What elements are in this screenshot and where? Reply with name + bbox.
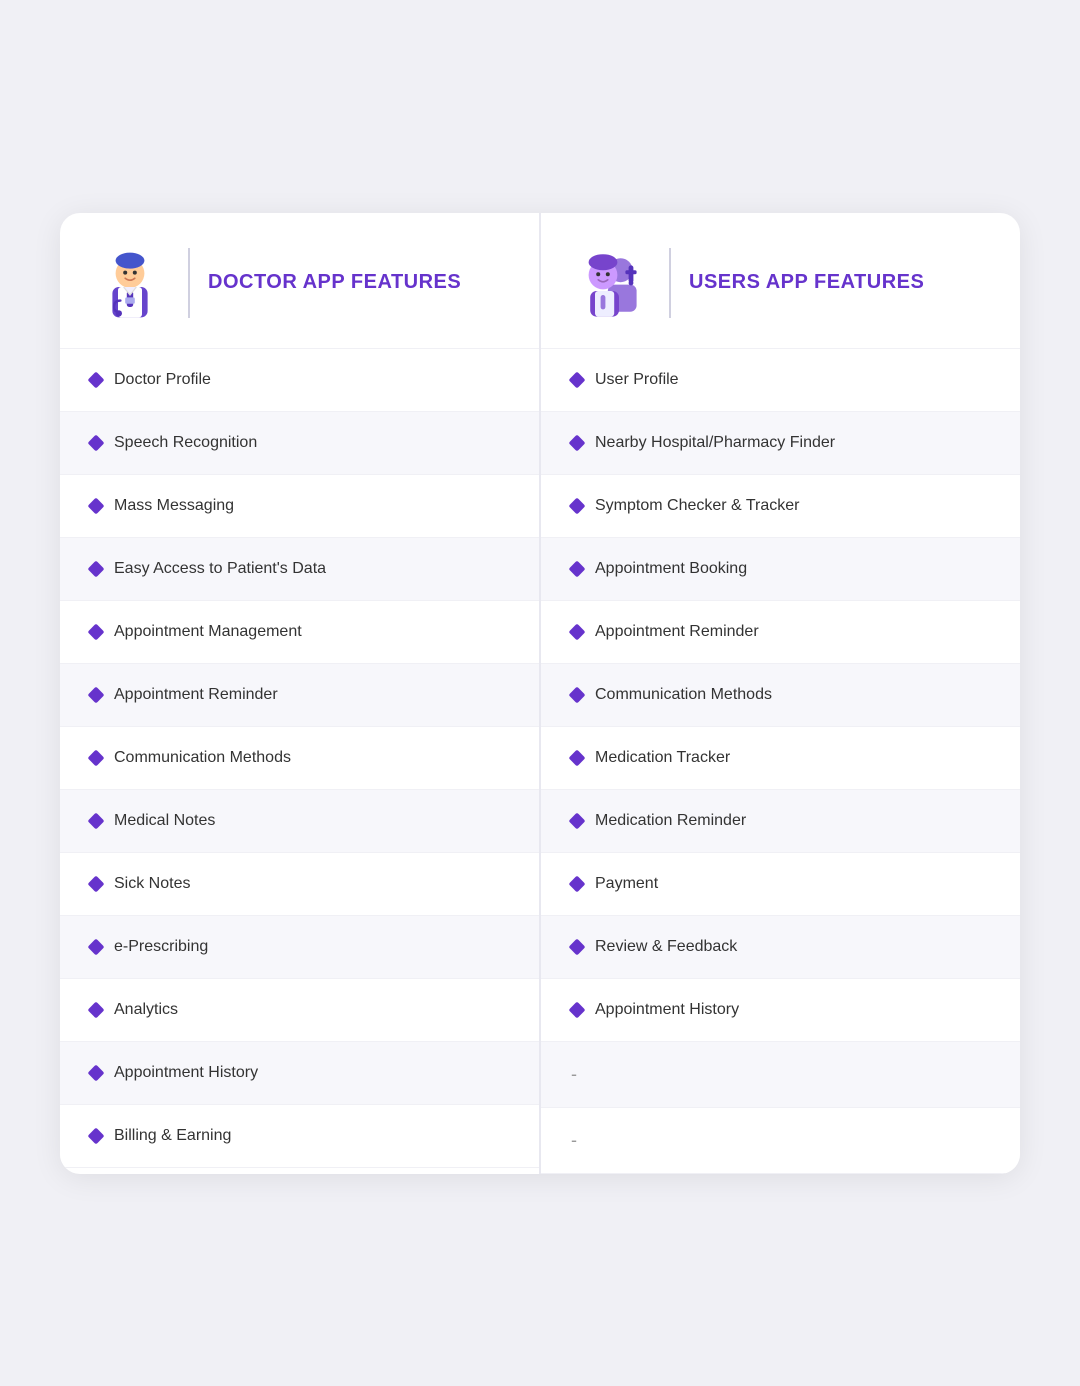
doctor-feature-item: Medical Notes	[60, 790, 539, 853]
doctor-feature-label: Mass Messaging	[114, 497, 234, 515]
diamond-icon	[88, 497, 105, 514]
users-feature-item: Communication Methods	[541, 664, 1020, 727]
users-feature-item: Medication Tracker	[541, 727, 1020, 790]
diamond-icon	[569, 623, 586, 640]
diamond-icon	[569, 686, 586, 703]
diamond-icon	[88, 812, 105, 829]
users-feature-label: Payment	[595, 875, 658, 893]
doctor-feature-item: Appointment History	[60, 1042, 539, 1105]
users-feature-item: Appointment History	[541, 979, 1020, 1042]
users-header: USERS APP FEATURES	[541, 213, 1020, 349]
dash-placeholder: -	[571, 1130, 577, 1151]
doctor-feature-item: Doctor Profile	[60, 349, 539, 412]
users-column: USERS APP FEATURES User Profile Nearby Ho…	[541, 213, 1020, 1174]
users-feature-label: Appointment History	[595, 1001, 739, 1019]
doctor-feature-label: e-Prescribing	[114, 938, 208, 956]
users-feature-item: Appointment Reminder	[541, 601, 1020, 664]
doctor-feature-label: Doctor Profile	[114, 371, 211, 389]
doctor-feature-label: Sick Notes	[114, 875, 190, 893]
doctor-icon	[90, 243, 170, 323]
diamond-icon	[88, 749, 105, 766]
doctor-feature-item: Easy Access to Patient's Data	[60, 538, 539, 601]
diamond-icon	[569, 1001, 586, 1018]
doctor-feature-item: Appointment Management	[60, 601, 539, 664]
columns-container: DOCTOR APP FEATURES Doctor Profile Speech…	[60, 213, 1020, 1174]
doctor-feature-label: Appointment Management	[114, 623, 302, 641]
users-feature-item: Review & Feedback	[541, 916, 1020, 979]
doctor-feature-item: e-Prescribing	[60, 916, 539, 979]
doctor-header-divider	[188, 248, 190, 318]
doctor-feature-label: Appointment Reminder	[114, 686, 278, 704]
users-feature-label: Medication Tracker	[595, 749, 730, 767]
users-feature-label: Communication Methods	[595, 686, 772, 704]
doctor-feature-label: Easy Access to Patient's Data	[114, 560, 326, 578]
diamond-icon	[569, 938, 586, 955]
diamond-icon	[569, 371, 586, 388]
diamond-icon	[88, 371, 105, 388]
diamond-icon	[88, 1001, 105, 1018]
doctor-feature-label: Appointment History	[114, 1064, 258, 1082]
diamond-icon	[88, 686, 105, 703]
diamond-icon	[88, 623, 105, 640]
doctor-column: DOCTOR APP FEATURES Doctor Profile Speech…	[60, 213, 541, 1174]
doctor-feature-item: Appointment Reminder	[60, 664, 539, 727]
users-feature-label: Appointment Reminder	[595, 623, 759, 641]
diamond-icon	[88, 1127, 105, 1144]
doctor-feature-item: Sick Notes	[60, 853, 539, 916]
main-card: DOCTOR APP FEATURES Doctor Profile Speech…	[60, 213, 1020, 1174]
users-feature-item: Medication Reminder	[541, 790, 1020, 853]
doctor-feature-item: Communication Methods	[60, 727, 539, 790]
users-feature-item: Symptom Checker & Tracker	[541, 475, 1020, 538]
diamond-icon	[88, 1064, 105, 1081]
users-feature-item: Nearby Hospital/Pharmacy Finder	[541, 412, 1020, 475]
diamond-icon	[88, 434, 105, 451]
doctor-feature-label: Medical Notes	[114, 812, 215, 830]
diamond-icon	[88, 938, 105, 955]
doctor-header: DOCTOR APP FEATURES	[60, 213, 539, 349]
users-feature-label: Nearby Hospital/Pharmacy Finder	[595, 434, 835, 452]
users-feature-item: Appointment Booking	[541, 538, 1020, 601]
diamond-icon	[569, 749, 586, 766]
users-feature-label: Symptom Checker & Tracker	[595, 497, 800, 515]
users-feature-item: Payment	[541, 853, 1020, 916]
users-feature-list: User Profile Nearby Hospital/Pharmacy Fin…	[541, 349, 1020, 1174]
users-feature-item: -	[541, 1108, 1020, 1174]
doctor-feature-list: Doctor Profile Speech Recognition Mass Mes…	[60, 349, 539, 1168]
diamond-icon	[569, 434, 586, 451]
diamond-icon	[569, 560, 586, 577]
diamond-icon	[569, 497, 586, 514]
doctor-header-title: DOCTOR APP FEATURES	[208, 271, 461, 294]
doctor-feature-label: Communication Methods	[114, 749, 291, 767]
doctor-feature-item: Analytics	[60, 979, 539, 1042]
diamond-icon	[569, 812, 586, 829]
doctor-feature-item: Mass Messaging	[60, 475, 539, 538]
dash-placeholder: -	[571, 1064, 577, 1085]
diamond-icon	[88, 560, 105, 577]
doctor-feature-label: Billing & Earning	[114, 1127, 231, 1145]
users-icon	[571, 243, 651, 323]
users-header-title: USERS APP FEATURES	[689, 271, 924, 294]
doctor-feature-label: Analytics	[114, 1001, 178, 1019]
diamond-icon	[569, 875, 586, 892]
users-header-divider	[669, 248, 671, 318]
users-feature-label: Review & Feedback	[595, 938, 737, 956]
diamond-icon	[88, 875, 105, 892]
users-feature-label: Medication Reminder	[595, 812, 746, 830]
doctor-feature-item: Speech Recognition	[60, 412, 539, 475]
doctor-feature-item: Billing & Earning	[60, 1105, 539, 1168]
doctor-feature-label: Speech Recognition	[114, 434, 257, 452]
users-feature-label: User Profile	[595, 371, 679, 389]
users-feature-item: User Profile	[541, 349, 1020, 412]
users-feature-item: -	[541, 1042, 1020, 1108]
users-feature-label: Appointment Booking	[595, 560, 747, 578]
